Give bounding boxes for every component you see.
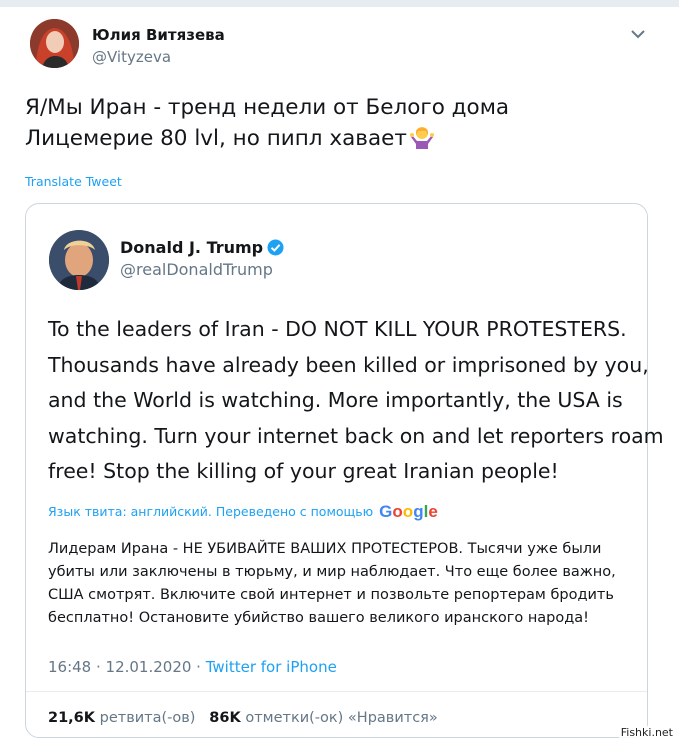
author-avatar[interactable]	[30, 19, 79, 68]
quoted-author-name[interactable]: Donald J. Trump	[120, 238, 284, 257]
translated-line: США смотрят. Включите свой интернет и по…	[48, 587, 614, 603]
author-name[interactable]: Юлия Витязева	[92, 26, 225, 44]
translated-text: Лидерам Ирана - НЕ УБИВАЙТЕ ВАШИХ ПРОТЕС…	[48, 538, 616, 630]
verified-badge-icon	[267, 239, 284, 256]
quoted-line: watching. Turn your internet back on and…	[48, 423, 664, 448]
quoted-line: Thousands have already been killed or im…	[48, 352, 649, 377]
translate-tweet-link[interactable]: Translate Tweet	[25, 174, 122, 189]
translated-line: Лидерам Ирана - НЕ УБИВАЙТЕ ВАШИХ ПРОТЕС…	[48, 541, 602, 557]
google-logo: Google	[379, 502, 438, 521]
tweet-stats: 21,6K ретвита(-ов) 86K отметки(-ок) «Нра…	[48, 710, 438, 726]
quoted-line: To the leaders of Iran - DO NOT KILL YOU…	[48, 317, 627, 341]
quoted-line: and the World is watching. More importan…	[48, 388, 623, 412]
quoted-line: free! Stop the killing of your great Ira…	[48, 459, 559, 483]
tweet-text: Я/Мы Иран - тренд недели от Белого дома …	[25, 92, 509, 154]
quoted-tweet-text: To the leaders of Iran - DO NOT KILL YOU…	[48, 312, 664, 490]
author-handle[interactable]: @Vityzeva	[92, 48, 171, 66]
tweet-line: Лицемерие 80 lvl, но пипл хавает	[25, 126, 407, 151]
quoted-author-handle[interactable]: @realDonaldTrump	[120, 260, 273, 279]
retweets-stat[interactable]: 21,6K ретвита(-ов)	[48, 710, 195, 726]
chevron-down-icon[interactable]	[630, 28, 646, 40]
quoted-author-avatar[interactable]	[49, 230, 109, 290]
source-link[interactable]: Twitter for iPhone	[206, 658, 337, 676]
person-shrugging-emoji-icon	[409, 127, 434, 149]
translation-attribution[interactable]: Язык твита: английский. Переведено с пом…	[48, 502, 438, 522]
likes-stat[interactable]: 86K отметки(-ок) «Нравится»	[209, 710, 437, 726]
tweet-meta: 16:48 · 12.01.2020 · Twitter for iPhone	[48, 658, 337, 676]
top-divider	[0, 0, 679, 7]
timestamp[interactable]: 16:48 · 12.01.2020 ·	[48, 658, 201, 676]
stats-divider	[26, 691, 647, 692]
translated-line: бесплатно! Остановите убийство вашего ве…	[48, 610, 589, 626]
watermark: Fishki.net	[618, 726, 675, 739]
tweet-line: Я/Мы Иран - тренд недели от Белого дома	[25, 95, 510, 120]
quoted-tweet-card[interactable]: Donald J. Trump @realDonaldTrump To the …	[25, 203, 664, 738]
translated-line: убиты или заключены в тюрьму, и мир набл…	[48, 564, 616, 580]
